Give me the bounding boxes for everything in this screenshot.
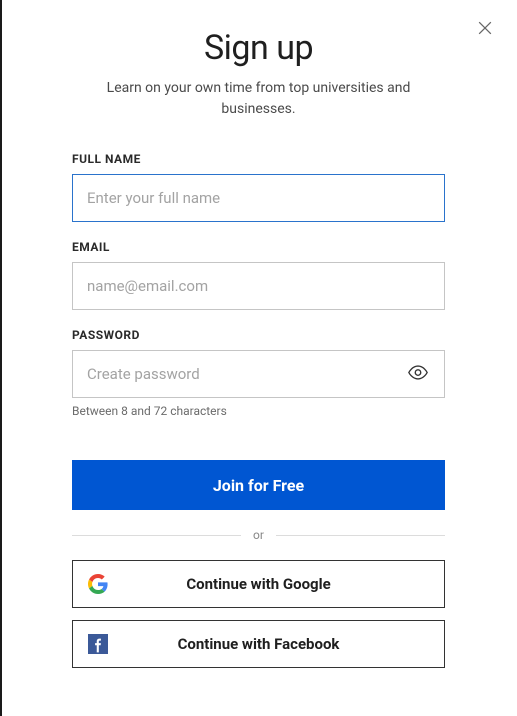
close-icon <box>475 18 495 38</box>
facebook-icon <box>73 634 123 654</box>
page-title: Sign up <box>72 28 445 68</box>
google-icon <box>73 574 123 594</box>
fullname-group: FULL NAME <box>72 152 445 222</box>
password-group: PASSWORD Between 8 and 72 characters <box>72 328 445 418</box>
divider-line-left <box>72 535 241 536</box>
close-button[interactable] <box>475 18 495 38</box>
signup-modal: Sign up Learn on your own time from top … <box>0 0 517 668</box>
window-left-edge <box>0 0 2 716</box>
join-button[interactable]: Join for Free <box>72 460 445 510</box>
divider: or <box>72 528 445 542</box>
email-label: EMAIL <box>72 240 445 254</box>
divider-text: or <box>241 528 276 542</box>
password-hint: Between 8 and 72 characters <box>72 404 445 418</box>
email-input[interactable] <box>72 262 445 310</box>
eye-icon <box>407 362 429 384</box>
divider-line-right <box>276 535 445 536</box>
signup-form: FULL NAME EMAIL PASSWORD <box>72 152 445 668</box>
fullname-input[interactable] <box>72 174 445 222</box>
page-subtitle: Learn on your own time from top universi… <box>72 78 445 120</box>
facebook-button-label: Continue with Facebook <box>123 635 444 653</box>
continue-with-google-button[interactable]: Continue with Google <box>72 560 445 608</box>
password-input[interactable] <box>72 350 445 398</box>
email-group: EMAIL <box>72 240 445 310</box>
toggle-password-visibility-button[interactable] <box>403 358 433 391</box>
google-button-label: Continue with Google <box>123 575 444 593</box>
fullname-label: FULL NAME <box>72 152 445 166</box>
continue-with-facebook-button[interactable]: Continue with Facebook <box>72 620 445 668</box>
password-label: PASSWORD <box>72 328 445 342</box>
